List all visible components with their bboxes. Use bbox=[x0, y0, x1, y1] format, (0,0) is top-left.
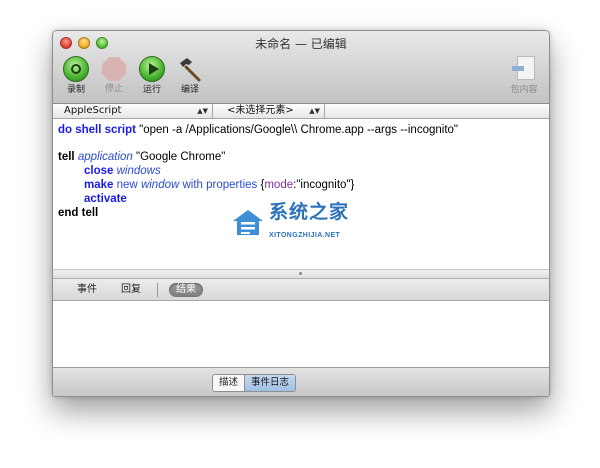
grip-icon bbox=[299, 272, 302, 275]
description-button[interactable]: 描述 bbox=[213, 375, 244, 391]
script-editor[interactable]: do shell script "open -a /Applications/G… bbox=[53, 119, 549, 269]
event-log-button[interactable]: 事件日志 bbox=[244, 375, 296, 391]
language-value: AppleScript bbox=[64, 105, 122, 116]
bottom-bar: 描述 事件日志 bbox=[53, 367, 549, 396]
hammer-icon bbox=[177, 56, 203, 82]
code-line: tell application "Google Chrome" bbox=[58, 151, 226, 163]
stop-button[interactable]: 停止 bbox=[94, 56, 134, 94]
view-segmented-control: 描述 事件日志 bbox=[212, 374, 297, 392]
code-line: make new window with properties {mode:"i… bbox=[84, 179, 355, 191]
code-line: end tell bbox=[58, 207, 99, 219]
language-select[interactable]: AppleScript ▲▼ bbox=[53, 104, 213, 118]
code-line: do shell script "open -a /Applications/G… bbox=[58, 124, 458, 136]
script-editor-window: 未命名 — 已编辑 录制 停止 运行 编译 包内容 AppleScript ▲▼… bbox=[52, 30, 550, 397]
title-toolbar: 未命名 — 已编辑 录制 停止 运行 编译 包内容 bbox=[53, 31, 549, 104]
record-icon bbox=[63, 56, 89, 82]
chevron-updown-icon: ▲▼ bbox=[197, 107, 208, 115]
compile-label: 编译 bbox=[180, 85, 199, 95]
tab-result[interactable]: 结果 bbox=[169, 283, 203, 297]
tab-replies[interactable]: 回复 bbox=[121, 284, 141, 296]
code-line: close windows bbox=[84, 165, 161, 177]
element-select[interactable]: <未选择元素> ▲▼ bbox=[213, 104, 325, 118]
chevron-updown-icon: ▲▼ bbox=[309, 107, 320, 115]
compile-button[interactable]: 编译 bbox=[170, 56, 210, 95]
tab-divider bbox=[157, 283, 158, 297]
result-pane[interactable] bbox=[53, 301, 549, 367]
watermark-en: XITONGZHIJIA.NET bbox=[269, 232, 341, 239]
result-tabbar: 事件 回复 结果 bbox=[53, 279, 549, 301]
watermark-cn: 系统之家 bbox=[269, 202, 350, 223]
bundle-contents-icon bbox=[511, 56, 537, 82]
stop-icon bbox=[102, 57, 126, 81]
code-line: activate bbox=[84, 193, 127, 205]
navigation-bar: AppleScript ▲▼ <未选择元素> ▲▼ bbox=[53, 104, 549, 119]
record-button[interactable]: 录制 bbox=[56, 56, 96, 95]
split-view-divider[interactable] bbox=[53, 269, 549, 279]
run-button[interactable]: 运行 bbox=[132, 56, 172, 95]
run-label: 运行 bbox=[142, 85, 161, 95]
house-icon bbox=[231, 208, 265, 238]
record-label: 录制 bbox=[66, 85, 85, 95]
run-icon bbox=[139, 56, 165, 82]
tab-events[interactable]: 事件 bbox=[77, 284, 97, 296]
watermark-logo: 系统之家 XITONGZHIJIA.NET bbox=[231, 202, 391, 256]
window-title: 未命名 — 已编辑 bbox=[255, 37, 347, 51]
bundle-contents-button[interactable]: 包内容 bbox=[504, 56, 544, 95]
stop-label: 停止 bbox=[104, 84, 123, 94]
element-value: <未选择元素> bbox=[227, 105, 294, 116]
bundle-contents-label: 包内容 bbox=[510, 85, 538, 95]
